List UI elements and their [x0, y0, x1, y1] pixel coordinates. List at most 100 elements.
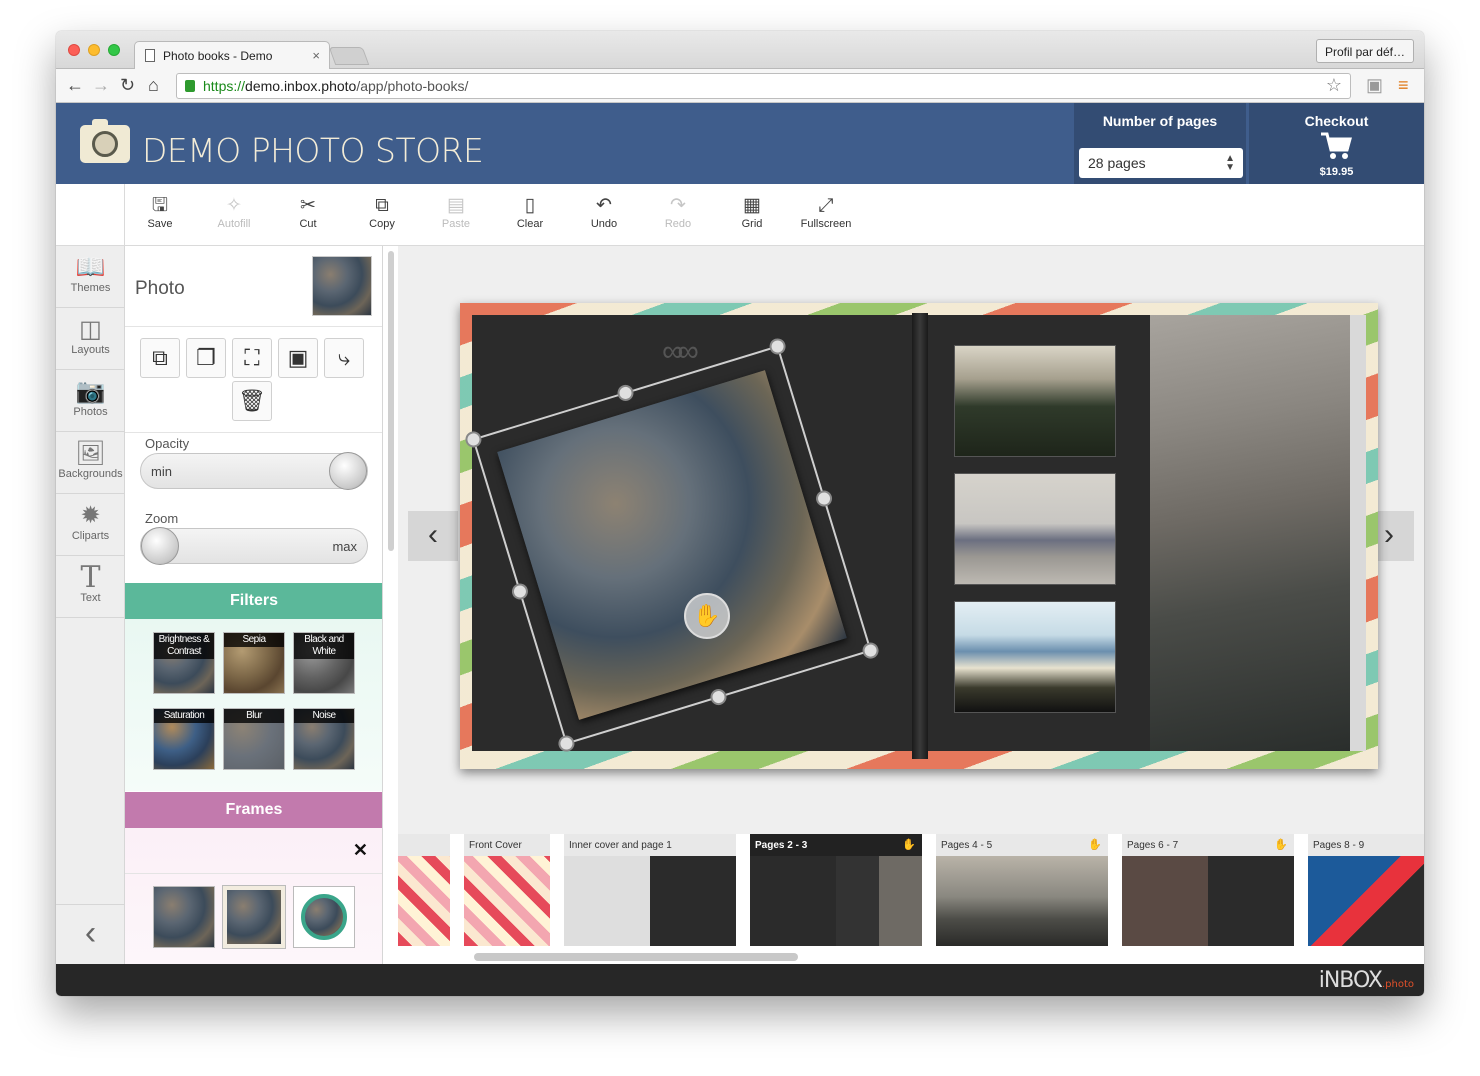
frame-option-vintage[interactable]: [222, 885, 286, 949]
fullscreen-button[interactable]: ⤢ Fullscreen: [796, 194, 856, 230]
close-window-button[interactable]: [68, 44, 80, 56]
extension-icon[interactable]: ▣: [1366, 75, 1383, 95]
paste-button[interactable]: ▤ Paste: [426, 194, 486, 230]
menu-icon[interactable]: ≡: [1398, 75, 1409, 95]
browser-tab[interactable]: Photo books - Demo ×: [134, 41, 330, 69]
frame-option-plain[interactable]: [153, 886, 215, 948]
page-thumb-front-cover[interactable]: Front Cover: [464, 834, 550, 946]
photo-misty-mountains[interactable]: [1150, 315, 1350, 751]
resize-handle[interactable]: [814, 488, 835, 509]
sidebar-item-backgrounds[interactable]: 🖼 Backgrounds: [56, 432, 125, 494]
right-page[interactable]: [928, 315, 1150, 751]
resize-handle[interactable]: [509, 581, 530, 602]
delete-button[interactable]: 🗑: [232, 381, 272, 421]
move-hand-icon[interactable]: ✋: [684, 593, 730, 639]
address-bar[interactable]: https://demo.inbox.photo/app/photo-books…: [176, 73, 1351, 99]
filters-header[interactable]: Filters: [125, 583, 382, 619]
sidebar-item-photos[interactable]: 📷 Photos: [56, 370, 125, 432]
resize-handle[interactable]: [708, 687, 729, 708]
redo-button[interactable]: ↷ Redo: [648, 194, 708, 230]
left-page[interactable]: ∞∞ ✋: [463, 315, 912, 754]
resize-handle[interactable]: [767, 336, 788, 357]
page-thumb-caption: Inner cover and page 1: [564, 834, 736, 856]
page-thumb-pages-6-7[interactable]: Pages 6 - 7 ✋: [1122, 834, 1294, 946]
panel-scrollbar[interactable]: [388, 251, 394, 551]
selected-photo-thumbnail: [312, 256, 372, 316]
browser-window: Photo books - Demo × Profil par déf… ← →…: [56, 31, 1424, 996]
reload-icon[interactable]: ↻: [120, 75, 135, 95]
replace-photo-button[interactable]: ⤷: [324, 338, 364, 378]
resize-handle[interactable]: [860, 640, 881, 661]
clear-button[interactable]: ▯ Clear: [500, 194, 560, 230]
drag-hand-icon[interactable]: ✋: [902, 838, 916, 851]
minimize-window-button[interactable]: [88, 44, 100, 56]
replace-icon: ⤷: [337, 345, 351, 370]
bookmark-star-icon[interactable]: ☆: [1326, 75, 1342, 96]
resize-handle[interactable]: [615, 382, 636, 403]
drag-hand-icon[interactable]: ✋: [1088, 838, 1102, 851]
opacity-slider[interactable]: min: [140, 452, 368, 490]
filter-noise[interactable]: Noise: [293, 708, 355, 770]
page-thumb-pages-8-9[interactable]: Pages 8 - 9: [1308, 834, 1424, 946]
filter-sepia[interactable]: Sepia: [223, 632, 285, 694]
grid-button[interactable]: ▦ Grid: [722, 194, 782, 230]
page-thumb-inner-cover[interactable]: Inner cover and page 1: [564, 834, 736, 946]
photo-coastline[interactable]: [954, 601, 1116, 713]
autofill-button[interactable]: ✧ Autofill: [204, 194, 264, 230]
divider: [125, 873, 382, 874]
clipart-icon: ✹: [80, 502, 101, 529]
fit-photo-button[interactable]: ⛶: [232, 338, 272, 378]
page-thumb-pages-2-3[interactable]: Pages 2 - 3 ✋: [750, 834, 922, 946]
divider: [125, 326, 382, 327]
selection-box[interactable]: [463, 336, 881, 754]
filter-label: Brightness & Contrast: [154, 633, 214, 659]
chevron-right-icon: ›: [1384, 518, 1394, 551]
zoom-slider[interactable]: max: [140, 527, 368, 565]
home-icon[interactable]: ⌂: [148, 75, 159, 95]
filter-black-and-white[interactable]: Black and White: [293, 632, 355, 694]
photo-properties-panel: Photo ⧉ ❐ ⛶ ▣ ⤷ 🗑 Opacity min Zoom max F…: [125, 246, 383, 964]
filter-brightness-contrast[interactable]: Brightness & Contrast: [153, 632, 215, 694]
filter-saturation[interactable]: Saturation: [153, 708, 215, 770]
maximize-window-button[interactable]: [108, 44, 120, 56]
frame-option-brush-circle[interactable]: [293, 886, 355, 948]
set-background-button[interactable]: ▣: [278, 338, 318, 378]
cut-button[interactable]: ✂ Cut: [278, 194, 338, 230]
copy-button[interactable]: ⧉ Copy: [352, 194, 412, 230]
photo-palm-trees[interactable]: [954, 345, 1116, 457]
back-icon[interactable]: ←: [66, 75, 84, 95]
remove-frame-icon[interactable]: ✕: [353, 840, 368, 861]
picture-icon: 🖼: [75, 440, 106, 467]
sidebar-item-text[interactable]: T Text: [56, 556, 125, 618]
filter-blur[interactable]: Blur: [223, 708, 285, 770]
lock-icon: [185, 80, 195, 92]
resize-handle[interactable]: [556, 733, 577, 754]
tab-close-icon[interactable]: ×: [312, 48, 320, 63]
forward-icon[interactable]: →: [92, 75, 110, 95]
photo-vintage-car[interactable]: [954, 473, 1116, 585]
new-tab-button[interactable]: [328, 47, 370, 65]
save-button[interactable]: 🖫 Save: [130, 194, 190, 230]
profile-button[interactable]: Profil par déf…: [1315, 39, 1414, 63]
undo-button[interactable]: ↶ Undo: [574, 194, 634, 230]
toolbar-spacer: [56, 184, 125, 246]
checkout-button[interactable]: Checkout $19.95: [1249, 103, 1424, 184]
page-thumb-back-cover[interactable]: [398, 834, 450, 946]
camera-logo-icon: [80, 119, 130, 163]
previous-spread-button[interactable]: ‹: [408, 511, 458, 561]
drag-hand-icon[interactable]: ✋: [1274, 838, 1288, 851]
bring-forward-button[interactable]: ⧉: [140, 338, 180, 378]
collapse-panel-button[interactable]: ‹: [56, 904, 125, 964]
send-backward-button[interactable]: ❐: [186, 338, 226, 378]
cliparts-label: Cliparts: [71, 530, 110, 542]
page-thumb-pages-4-5[interactable]: Pages 4 - 5 ✋: [936, 834, 1108, 946]
sidebar-item-themes[interactable]: 📖 Themes: [56, 246, 125, 308]
pages-select[interactable]: 28 pages ▲ ▼: [1079, 148, 1243, 178]
paste-label: Paste: [441, 218, 471, 230]
opacity-slider-knob[interactable]: [329, 452, 367, 490]
sidebar-item-cliparts[interactable]: ✹ Cliparts: [56, 494, 125, 556]
frames-header[interactable]: Frames: [125, 792, 382, 828]
zoom-slider-knob[interactable]: [141, 527, 179, 565]
sidebar-item-layouts[interactable]: ◫ Layouts: [56, 308, 125, 370]
pages-strip-scrollbar[interactable]: [474, 953, 798, 961]
